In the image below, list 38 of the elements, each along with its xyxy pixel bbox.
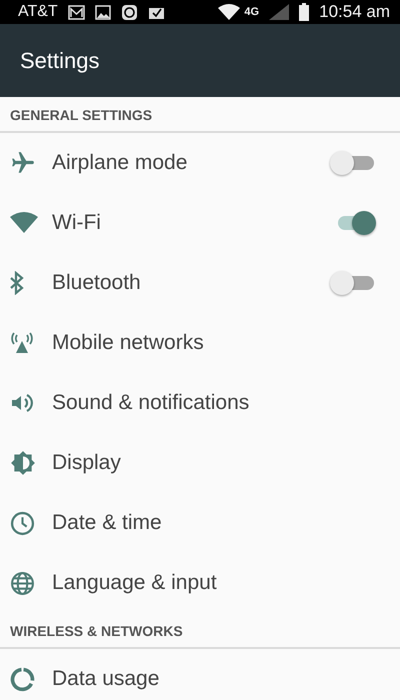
settings-item[interactable]: Mobile networks bbox=[0, 313, 400, 373]
image-icon bbox=[94, 4, 111, 20]
item-label: Language & input bbox=[52, 571, 218, 595]
signal-icon bbox=[269, 4, 290, 20]
item-label: Wi-Fi bbox=[52, 211, 102, 235]
item-label: Airplane mode bbox=[52, 151, 188, 175]
clock-icon bbox=[10, 510, 35, 536]
settings-item[interactable]: Sound & notifications bbox=[0, 373, 400, 433]
item-label: Sound & notifications bbox=[52, 391, 250, 415]
settings-item[interactable]: Display bbox=[0, 433, 400, 493]
network-type: 4G bbox=[244, 6, 260, 18]
section-title: GENERAL SETTINGS bbox=[10, 107, 152, 123]
antenna-icon bbox=[10, 331, 34, 355]
item-label: Bluetooth bbox=[52, 271, 142, 295]
section-title: WIRELESS & NETWORKS bbox=[10, 623, 183, 639]
battery-icon bbox=[299, 3, 310, 21]
item-label: Data usage bbox=[52, 667, 160, 691]
screen-title: Settings bbox=[20, 48, 100, 74]
item-label: Display bbox=[52, 451, 122, 475]
brightness-icon bbox=[10, 450, 36, 476]
settings-item[interactable]: Data usage bbox=[0, 649, 400, 700]
mail-icon bbox=[68, 4, 85, 20]
settings-item[interactable]: Language & input bbox=[0, 553, 400, 613]
settings-item[interactable]: Date & time bbox=[0, 493, 400, 553]
wifi-icon bbox=[218, 4, 240, 20]
speaker-icon bbox=[10, 391, 34, 415]
data-usage-icon bbox=[10, 666, 35, 692]
airplane-icon bbox=[10, 150, 36, 176]
carrier-name: AT&T bbox=[18, 3, 58, 21]
item-label: Mobile networks bbox=[52, 331, 205, 355]
bluetooth-icon bbox=[10, 271, 24, 295]
wifi-icon bbox=[10, 212, 38, 234]
settings-item[interactable]: Bluetooth bbox=[0, 253, 400, 313]
clock-time: 10:54 am bbox=[319, 2, 390, 22]
settings-item[interactable]: Wi-Fi bbox=[0, 193, 400, 253]
item-label: Date & time bbox=[52, 511, 163, 535]
settings-item[interactable]: Airplane mode bbox=[0, 133, 400, 193]
globe-icon bbox=[10, 570, 35, 596]
